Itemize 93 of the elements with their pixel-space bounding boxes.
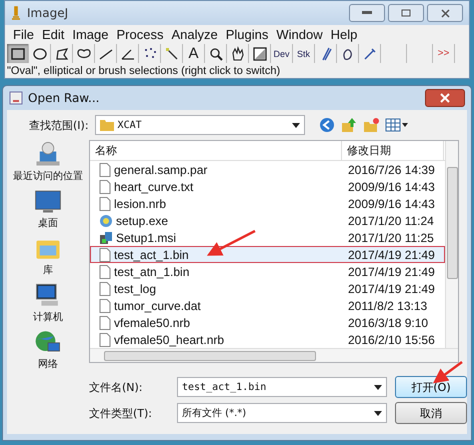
file-row[interactable]: vfemale50_heart.nrb 2016/2/10 15:56 [90,331,445,348]
file-icon [99,180,111,194]
minimize-icon [362,11,372,15]
file-icon [99,162,111,176]
back-icon[interactable] [318,117,335,133]
file-name: Setup1.msi [116,230,176,244]
place-label[interactable]: 库 [43,263,53,277]
close-button[interactable] [427,4,463,22]
file-row[interactable]: test_act_1.bin 2017/4/19 21:49 [90,246,445,263]
dialog-title: Open Raw... [28,91,100,105]
file-name: vfemale50_heart.nrb [114,332,224,346]
file-date: 2009/9/16 14:43 [347,196,435,210]
annotation-arrow [206,230,256,256]
file-icon [99,316,111,330]
file-icon [99,332,111,346]
file-icon [99,298,111,312]
open-button[interactable]: 打开(O) [395,376,467,398]
vertical-scrollbar[interactable] [445,141,458,348]
menu-item[interactable]: Help [326,27,362,42]
folder-icon [100,119,114,131]
close-icon [440,93,450,103]
place-label[interactable]: 网络 [38,357,58,371]
up-folder-icon[interactable] [340,117,357,133]
window-title: ImageJ [27,6,70,20]
close-icon [440,8,450,18]
file-name: setup.exe [116,214,168,228]
file-row[interactable]: tumor_curve.dat 2011/8/2 13:13 [90,297,445,314]
look-in-dropdown[interactable]: XCAT [94,115,305,135]
file-type-dropdown[interactable]: 所有文件 (*.*) [177,403,387,423]
file-date: 2011/8/2 13:13 [347,298,428,312]
horizontal-scrollbar[interactable] [90,348,458,362]
file-icon [99,196,111,210]
file-name-label: 文件名(N): [89,380,144,394]
file-icon [99,264,111,278]
installer-icon [99,214,113,228]
file-row[interactable]: Setup1.msi 2017/1/20 11:25 [90,229,445,246]
file-date: 2016/2/10 15:56 [347,332,435,346]
file-name: test_log [114,282,156,296]
package-icon [99,230,113,244]
menu-item[interactable]: Image [68,27,112,42]
file-date: 2016/3/18 9:10 [347,316,428,330]
place-label[interactable]: 计算机 [33,310,63,324]
file-icon [99,248,111,262]
color-picker-icon [250,44,268,62]
file-row[interactable]: lesion.nrb 2009/9/16 14:43 [90,195,445,212]
file-date: 2016/7/26 14:39 [347,162,435,176]
look-in-label: 查找范围(I): [29,118,89,132]
annotation-arrow [432,361,463,384]
file-name: test_act_1.bin [114,248,189,262]
file-name: vfemale50.nrb [114,316,190,330]
file-name-field[interactable]: test_act_1.bin [177,377,387,397]
file-row[interactable]: general.samp.par 2016/7/26 14:39 [90,161,445,178]
file-name: test_atn_1.bin [114,264,190,278]
cancel-button[interactable]: 取消 [395,402,467,424]
file-row[interactable]: setup.exe 2017/1/20 11:24 [90,212,445,229]
file-date: 2017/1/20 11:25 [347,230,434,244]
file-date: 2017/4/19 21:49 [347,264,435,278]
file-name: tumor_curve.dat [114,298,201,312]
file-date: 2017/4/19 21:49 [347,282,435,296]
maximize-icon [401,9,411,17]
file-name: heart_curve.txt [114,180,194,194]
file-row[interactable]: test_atn_1.bin 2017/4/19 21:49 [90,263,445,280]
minimize-button[interactable] [349,4,385,22]
menu-item[interactable]: Edit [38,27,68,42]
file-date: 2009/9/16 14:43 [347,180,435,194]
file-row[interactable]: heart_curve.txt 2009/9/16 14:43 [90,178,445,195]
menu-item[interactable]: Plugins [222,27,272,42]
dropdown-arrow-icon[interactable] [374,384,382,390]
place-label[interactable]: 最近访问的位置 [13,169,83,183]
file-date: 2017/1/20 11:24 [347,214,434,228]
close-button[interactable] [425,89,465,107]
menu-item[interactable]: Window [272,27,327,42]
file-date: 2017/4/19 21:49 [347,248,435,262]
file-type-label: 文件类型(T): [89,406,154,420]
new-folder-icon[interactable] [362,117,379,133]
menu-item[interactable]: Analyze [167,27,222,42]
file-icon [99,282,111,296]
column-header[interactable]: 修改日期 [342,141,444,160]
maximize-button[interactable] [388,4,424,22]
tool-menu-button[interactable]: Dev [271,44,293,63]
menu-item[interactable]: Process [112,27,168,42]
column-header[interactable]: 名称 [90,141,342,160]
menu-item[interactable]: File [9,27,38,42]
file-name: general.samp.par [114,162,208,176]
place-label[interactable]: 桌面 [38,216,58,230]
dropdown-arrow-icon[interactable] [374,410,382,416]
dropdown-arrow-icon[interactable] [292,122,300,128]
status-text: "Oval", elliptical or brush selections (right click to switch) [5,64,469,78]
file-row[interactable]: vfemale50.nrb 2016/3/18 9:10 [90,314,445,331]
file-row[interactable]: test_log 2017/4/19 21:49 [90,280,445,297]
view-menu-icon[interactable] [384,118,409,132]
tool-button[interactable] [7,44,29,63]
file-name: lesion.nrb [114,196,166,210]
